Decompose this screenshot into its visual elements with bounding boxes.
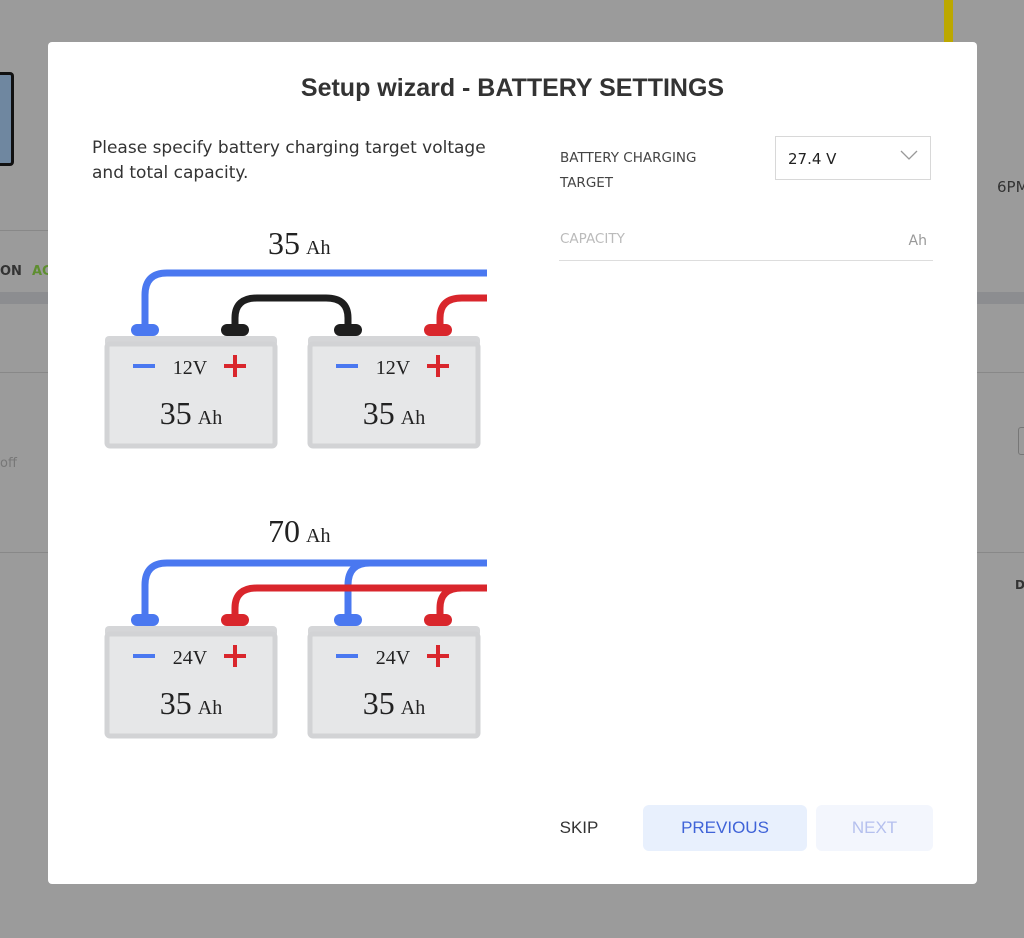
charging-target-select[interactable]: 27.4 V (775, 136, 931, 180)
battery-terminal (221, 614, 249, 626)
battery-terminal (424, 614, 452, 626)
minus-icon (336, 364, 358, 368)
minus-icon (133, 364, 155, 368)
battery: 24V35 Ah (307, 614, 481, 739)
chevron-down-icon (900, 150, 918, 160)
battery-terminal (221, 324, 249, 336)
bg-text: 6PM (997, 178, 1024, 196)
battery-voltage: 24V (173, 647, 208, 669)
minus-icon (133, 654, 155, 658)
bg-control (1018, 427, 1024, 455)
parallel-total: 70 Ah (268, 513, 330, 549)
plus-icon (436, 645, 440, 667)
battery-terminal (131, 614, 159, 626)
bg-text: D (1015, 578, 1024, 592)
battery-voltage: 12V (173, 357, 208, 379)
bg-yellow-bar (944, 0, 953, 42)
parallel-diagram: 70 Ah (141, 513, 487, 618)
bg-divider (0, 230, 48, 231)
battery-wiring-diagrams: 35 Ah 70 Ah 12V35 Ah12V35 Ah 24V35 Ah24V35 Ah (104, 225, 487, 739)
plus-icon (436, 355, 440, 377)
positive-wire (436, 294, 487, 328)
plus-icon (233, 645, 237, 667)
link-wire (231, 294, 352, 328)
positive-wire (436, 584, 463, 618)
previous-button[interactable]: PREVIOUS (643, 805, 807, 851)
minus-icon (336, 654, 358, 658)
battery-terminal (424, 324, 452, 336)
next-button[interactable]: NEXT (816, 805, 933, 851)
charging-target-value: 27.4 V (788, 150, 837, 168)
battery-terminal (131, 324, 159, 336)
battery-terminal (334, 324, 362, 336)
battery-terminal (334, 614, 362, 626)
capacity-input[interactable]: CAPACITY Ah (559, 228, 933, 261)
battery-voltage: 24V (376, 647, 411, 669)
series-total: 35 Ah (268, 225, 330, 261)
bg-text: off (0, 456, 17, 471)
battery: 12V35 Ah (307, 324, 481, 449)
battery: 12V35 Ah (104, 324, 278, 449)
skip-button[interactable]: SKIP (542, 805, 616, 851)
capacity-placeholder: CAPACITY (560, 231, 625, 247)
setup-wizard-modal: Setup wizard - BATTERY SETTINGS Please s… (48, 42, 977, 884)
series-diagram: 35 Ah (141, 225, 487, 328)
capacity-unit: Ah (908, 233, 927, 249)
battery-voltage: 12V (376, 357, 411, 379)
battery: 24V35 Ah (104, 614, 278, 739)
bg-device-icon (0, 72, 14, 166)
bg-text: ON (0, 264, 22, 279)
charging-target-label: BATTERY CHARGING TARGET (560, 150, 697, 191)
plus-icon (233, 355, 237, 377)
